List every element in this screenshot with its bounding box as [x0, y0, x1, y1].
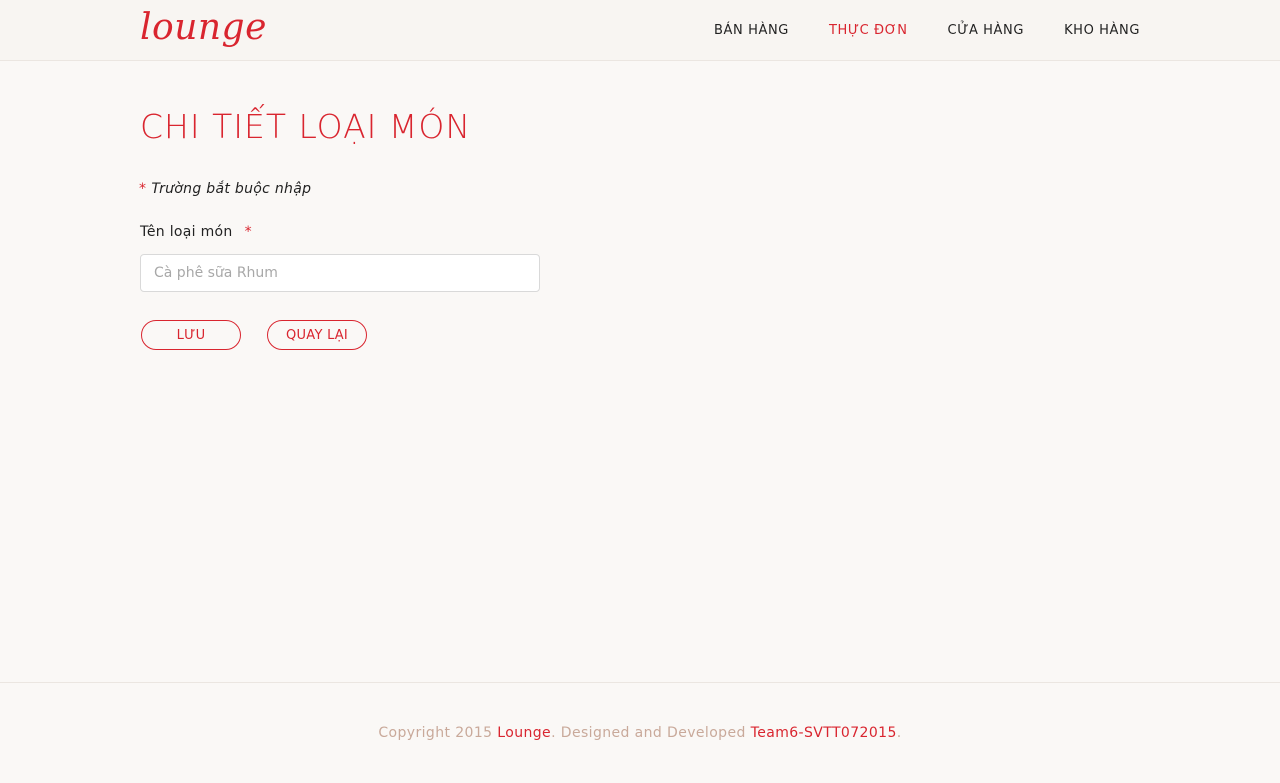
category-name-label: Tên loại món *: [140, 224, 252, 240]
main-nav: BÁN HÀNG THỰC ĐƠN CỬA HÀNG KHO HÀNG: [714, 22, 1140, 40]
footer-brand-link[interactable]: Lounge: [497, 725, 551, 741]
nav-item-kho-hang[interactable]: KHO HÀNG: [1064, 22, 1140, 40]
back-button[interactable]: QUAY LẠI: [267, 320, 367, 350]
copyright-prefix: Copyright 2015: [378, 725, 498, 741]
copyright-text: Copyright 2015 Lounge. Designed and Deve…: [0, 725, 1280, 741]
nav-item-thuc-don[interactable]: THỰC ĐƠN: [829, 22, 908, 40]
save-button[interactable]: LƯU: [141, 320, 241, 350]
footer: Copyright 2015 Lounge. Designed and Deve…: [0, 682, 1280, 783]
required-star: *: [139, 181, 147, 197]
nav-item-ban-hang[interactable]: BÁN HÀNG: [714, 22, 789, 40]
page-title: CHI TIẾT LOẠI MÓN: [140, 107, 471, 146]
category-name-required-star: *: [244, 224, 252, 240]
category-name-input[interactable]: [140, 254, 540, 292]
nav-item-cua-hang[interactable]: CỬA HÀNG: [948, 22, 1025, 40]
copyright-middle: . Designed and Developed: [551, 725, 751, 741]
top-navbar: lounge BÁN HÀNG THỰC ĐƠN CỬA HÀNG KHO HÀ…: [0, 0, 1280, 61]
footer-team-link[interactable]: Team6-SVTT072015: [751, 725, 897, 741]
copyright-suffix: .: [896, 725, 902, 741]
category-name-label-text: Tên loại món: [140, 224, 233, 240]
required-note-text: Trường bắt buộc nhập: [151, 181, 312, 197]
required-note: * Trường bắt buộc nhập: [139, 181, 311, 197]
brand-logo[interactable]: lounge: [140, 6, 267, 50]
